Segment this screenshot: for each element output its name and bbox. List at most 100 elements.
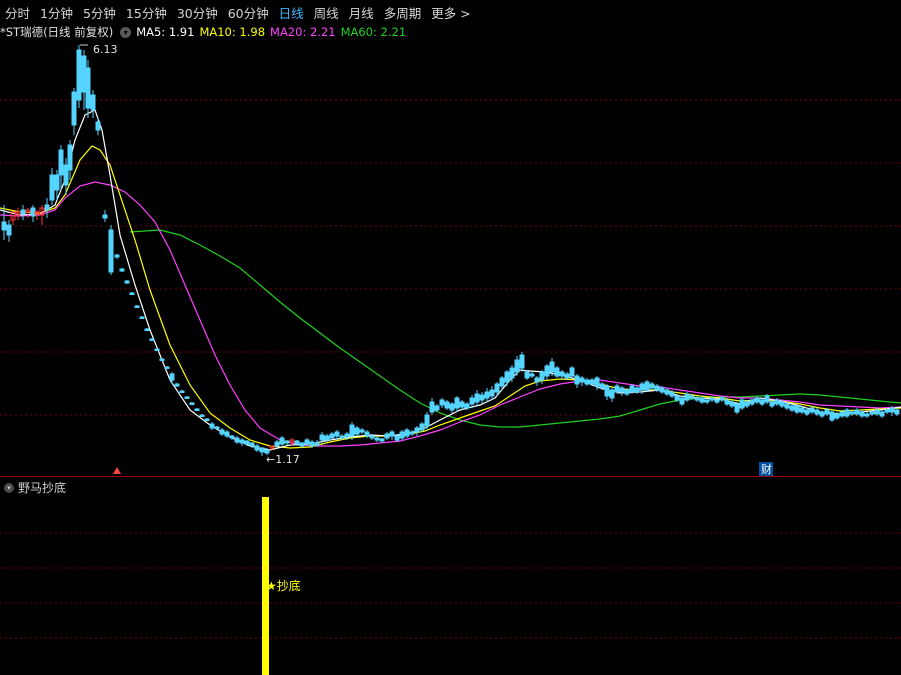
event-marker-icon: [113, 467, 121, 474]
candle-body: [414, 427, 420, 433]
candle-body: [319, 434, 325, 441]
tab-2[interactable]: 5分钟: [78, 3, 121, 22]
candle-body: [789, 405, 795, 411]
candle-body: [589, 379, 595, 385]
candle-body: [349, 424, 355, 437]
candle-body: [664, 389, 670, 395]
candle-body: [129, 292, 135, 295]
candle-body: [279, 437, 285, 445]
candle-body: [284, 440, 290, 444]
candle-body: [139, 316, 145, 319]
candle-body: [729, 401, 735, 407]
candle-body: [694, 397, 700, 401]
candle-body: [294, 440, 300, 445]
tab-10[interactable]: 更多 >: [426, 3, 475, 22]
candle-body: [189, 402, 195, 405]
candle-body: [734, 403, 740, 413]
candle-body: [479, 394, 485, 401]
candle-body: [63, 164, 69, 186]
candle-body: [599, 383, 605, 389]
candle-body: [90, 94, 96, 111]
candle-body: [584, 379, 590, 385]
candle-body: [174, 383, 180, 387]
candle-body: [254, 445, 260, 451]
candle-body: [544, 365, 550, 377]
candle-body: [534, 377, 540, 383]
candle-body: [334, 431, 340, 437]
candle-body: [719, 397, 725, 401]
candle-body: [1, 221, 7, 231]
low-price-label: ←1.17: [266, 453, 300, 466]
candle-body: [874, 409, 880, 415]
candle-body: [894, 409, 900, 415]
candle-body: [424, 414, 430, 427]
candle-body: [114, 254, 120, 258]
candle-body: [204, 418, 210, 421]
candle-body: [95, 121, 101, 131]
candle-body: [824, 409, 830, 415]
candle-body: [774, 399, 780, 405]
candle-body: [359, 429, 365, 433]
candle-body: [339, 435, 345, 439]
candle-body: [609, 389, 615, 399]
ma60-label: MA60: 2.21: [340, 25, 407, 39]
candle-body: [514, 359, 520, 373]
candle-body: [524, 371, 530, 379]
candle-body: [769, 401, 775, 407]
candle-body: [404, 429, 410, 437]
candle-body: [149, 338, 155, 341]
candle-body: [834, 413, 840, 419]
tab-9[interactable]: 多周期: [379, 3, 427, 22]
candle-body: [44, 204, 50, 211]
candle-body: [384, 433, 390, 439]
candle-body: [219, 429, 225, 435]
indicator-pane[interactable]: ★抄底: [0, 477, 901, 675]
candle-body: [529, 373, 535, 377]
candle-body: [239, 439, 245, 444]
candle-body: [714, 399, 720, 403]
settings-dropdown-icon[interactable]: ▾: [120, 26, 132, 38]
candle-body: [784, 403, 790, 409]
candle-body: [889, 407, 895, 413]
candle-body: [209, 423, 215, 429]
tab-8[interactable]: 月线: [344, 3, 379, 22]
tab-0[interactable]: 分时: [0, 3, 35, 22]
candle-body: [829, 411, 835, 421]
candle-body: [489, 389, 495, 397]
ma5-label: MA5: 1.91: [136, 25, 195, 39]
tab-1[interactable]: 1分钟: [35, 3, 78, 22]
candle-body: [434, 405, 440, 411]
candle-body: [749, 399, 755, 405]
candle-body: [85, 67, 91, 109]
candle-body: [624, 389, 630, 395]
candle-body: [67, 144, 73, 171]
candle-body: [739, 399, 745, 409]
candlestick-chart[interactable]: 6.13 ←1.17 财: [0, 40, 901, 477]
candle-body: [124, 280, 130, 284]
candle-body: [494, 383, 500, 393]
candle-body: [234, 437, 240, 443]
candle-body: [674, 395, 680, 401]
tab-7[interactable]: 周线: [309, 3, 344, 22]
tab-6[interactable]: 日线: [274, 3, 309, 22]
tab-5[interactable]: 60分钟: [223, 3, 274, 22]
tab-4[interactable]: 30分钟: [172, 3, 223, 22]
candle-body: [634, 387, 640, 393]
candle-body: [354, 427, 360, 435]
candle-body: [699, 397, 705, 403]
candle-body: [194, 408, 200, 411]
candle-body: [549, 361, 555, 373]
ma10-label: MA10: 1.98: [199, 25, 266, 39]
candle-body: [709, 397, 715, 401]
candle-body: [864, 413, 870, 417]
candle-body: [199, 414, 205, 417]
candle-body: [159, 358, 165, 361]
candle-body: [49, 174, 55, 201]
candle-body: [459, 401, 465, 408]
tab-3[interactable]: 15分钟: [121, 3, 172, 22]
candle-body: [102, 214, 108, 219]
candle-body: [54, 174, 60, 191]
candle-body: [449, 403, 455, 411]
candle-body: [689, 395, 695, 399]
stock-title: *ST瑞德(日线 前复权): [0, 25, 114, 39]
